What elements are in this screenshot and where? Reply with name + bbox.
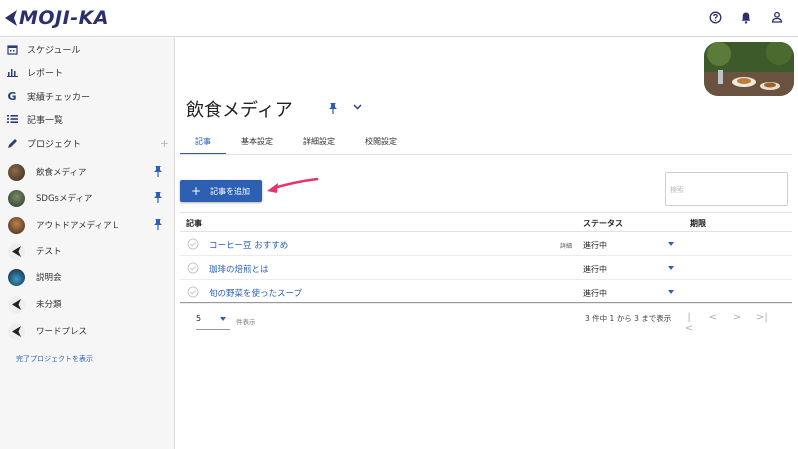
- column-header-article[interactable]: 記事: [186, 218, 202, 229]
- divider: [180, 302, 792, 303]
- show-completed-link[interactable]: 完了プロジェクトを表示: [16, 354, 93, 364]
- project-item[interactable]: 未分類: [0, 292, 175, 316]
- sidebar-item-articles[interactable]: 記事一覧: [0, 109, 175, 129]
- divider: [180, 154, 792, 155]
- project-avatar: [8, 216, 25, 234]
- per-page-label: 件表示: [236, 318, 256, 326]
- add-article-label: 記事を追加: [210, 186, 251, 196]
- project-logo-icon: [8, 242, 25, 260]
- dropdown-arrow-icon[interactable]: [668, 266, 674, 270]
- project-item[interactable]: SDGsメディア: [0, 186, 175, 210]
- add-project-icon[interactable]: +: [160, 137, 169, 150]
- detail-link[interactable]: 詳細: [560, 241, 572, 250]
- project-item[interactable]: テスト: [0, 239, 175, 263]
- project-label: 説明会: [36, 273, 62, 283]
- status-select[interactable]: 進行中: [583, 288, 607, 299]
- bar-chart-icon: [5, 65, 19, 79]
- project-item[interactable]: ワードプレス: [0, 319, 175, 343]
- status-select[interactable]: 進行中: [583, 264, 607, 275]
- calendar-icon: [5, 42, 19, 56]
- project-label: 未分類: [36, 300, 62, 310]
- chevron-down-icon[interactable]: [353, 103, 362, 113]
- logo[interactable]: MOJI-KA: [4, 6, 109, 30]
- next-page-icon[interactable]: >: [732, 312, 742, 334]
- table-row[interactable]: コーヒー豆 おすすめ 詳細 進行中: [180, 233, 792, 256]
- project-logo-icon: [8, 295, 25, 313]
- tab-proofread-settings[interactable]: 校閲設定: [350, 127, 412, 155]
- user-icon[interactable]: [770, 10, 784, 24]
- sidebar-item-label: レポート: [27, 68, 64, 79]
- top-bar: MOJI-KA: [0, 0, 798, 37]
- project-label: ワードプレス: [36, 327, 88, 337]
- tab-articles[interactable]: 記事: [180, 127, 226, 155]
- tab-detail-settings[interactable]: 詳細設定: [288, 127, 350, 155]
- project-avatar: [8, 163, 25, 181]
- table-row[interactable]: 珈琲の焙煎とは 進行中: [180, 257, 792, 280]
- article-title-link[interactable]: 珈琲の焙煎とは: [209, 263, 269, 275]
- sidebar: スケジュール レポート G 実績チェッカー 記事一覧 プロジェクト + 飲食メデ…: [0, 38, 175, 449]
- sidebar-item-schedule[interactable]: スケジュール: [0, 39, 175, 59]
- sidebar-item-project[interactable]: プロジェクト +: [0, 133, 175, 153]
- project-avatar: [8, 189, 25, 207]
- search-placeholder: 検索: [670, 186, 684, 194]
- article-title-link[interactable]: コーヒー豆 おすすめ: [209, 239, 288, 251]
- sidebar-item-report[interactable]: レポート: [0, 62, 175, 82]
- pen-icon: [5, 136, 19, 150]
- project-item[interactable]: アウトドアメディアＬ: [0, 213, 175, 237]
- project-label: アウトドアメディアＬ: [36, 221, 120, 231]
- project-item[interactable]: 説明会: [0, 265, 175, 289]
- check-circle-icon[interactable]: [187, 238, 199, 250]
- column-header-status[interactable]: ステータス: [583, 218, 623, 229]
- plus-icon: +: [191, 184, 202, 198]
- project-avatar: [8, 268, 25, 286]
- sidebar-item-label: プロジェクト: [27, 139, 82, 150]
- table-row[interactable]: 旬の野菜を使ったスープ 進行中: [180, 281, 792, 304]
- list-icon: [5, 112, 19, 126]
- add-article-button[interactable]: + 記事を追加: [180, 180, 262, 202]
- help-circle-icon[interactable]: [708, 10, 722, 24]
- bell-icon[interactable]: [739, 10, 753, 24]
- per-page-select[interactable]: 5: [196, 314, 201, 323]
- tab-bar: 記事 基本設定 詳細設定 校閲設定: [180, 127, 412, 155]
- divider: [196, 329, 230, 330]
- status-select[interactable]: 進行中: [583, 240, 607, 251]
- sidebar-item-label: 実績チェッカー: [27, 92, 91, 103]
- dropdown-arrow-icon[interactable]: [668, 290, 674, 294]
- page-title: 飲食メディア: [186, 100, 293, 121]
- pagination-range: 3 件中 1 から 3 まで表示: [585, 314, 672, 323]
- sidebar-item-label: 記事一覧: [27, 115, 64, 126]
- first-page-icon[interactable]: |<: [684, 312, 694, 334]
- pagination-controls: |< < > >|: [684, 312, 768, 334]
- project-logo-icon: [8, 322, 25, 340]
- table-header: 記事 ステータス 期限: [180, 212, 792, 232]
- check-circle-icon[interactable]: [187, 262, 199, 274]
- pin-icon[interactable]: [153, 165, 163, 180]
- sidebar-item-checker[interactable]: G 実績チェッカー: [0, 86, 175, 106]
- pin-icon[interactable]: [153, 191, 163, 206]
- sidebar-item-label: スケジュール: [27, 45, 81, 56]
- tab-basic-settings[interactable]: 基本設定: [226, 127, 288, 155]
- pin-icon[interactable]: [328, 102, 338, 117]
- pin-icon[interactable]: [153, 218, 163, 233]
- check-circle-icon[interactable]: [187, 286, 199, 298]
- last-page-icon[interactable]: >|: [756, 312, 768, 334]
- google-g-icon: G: [7, 89, 17, 103]
- project-label: テスト: [36, 247, 62, 257]
- project-item[interactable]: 飲食メディア: [0, 160, 175, 184]
- logo-mark-icon: [5, 10, 17, 26]
- prev-page-icon[interactable]: <: [708, 312, 718, 334]
- dropdown-arrow-icon[interactable]: [668, 242, 674, 246]
- column-header-deadline[interactable]: 期限: [690, 218, 706, 229]
- project-label: 飲食メディア: [36, 168, 87, 178]
- logo-text: MOJI-KA: [19, 7, 110, 29]
- annotation-arrow-icon: [267, 177, 319, 193]
- project-label: SDGsメディア: [36, 194, 93, 204]
- project-banner-image: [704, 42, 794, 96]
- dropdown-arrow-icon[interactable]: [220, 317, 226, 321]
- search-input[interactable]: 検索: [665, 172, 788, 206]
- article-title-link[interactable]: 旬の野菜を使ったスープ: [209, 287, 302, 299]
